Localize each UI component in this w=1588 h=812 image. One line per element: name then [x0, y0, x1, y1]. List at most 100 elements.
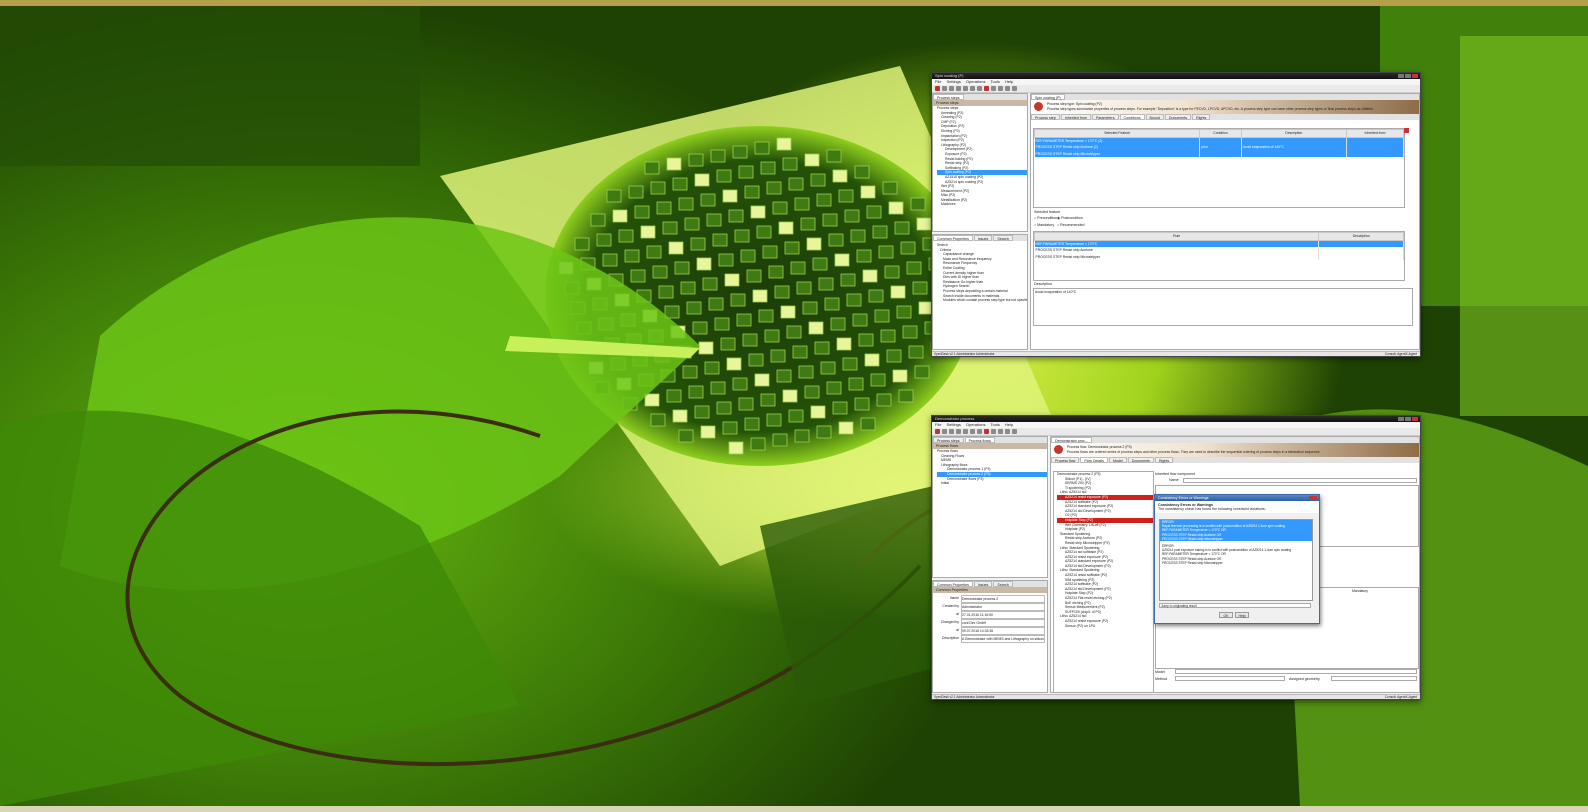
- menu-settings[interactable]: Settings: [946, 79, 960, 85]
- minimize-button[interactable]: [1398, 417, 1404, 421]
- cut-icon[interactable]: [963, 429, 968, 434]
- dialog-close-button[interactable]: [1309, 496, 1317, 500]
- menu-help[interactable]: Help: [1005, 79, 1013, 85]
- copy-icon[interactable]: [970, 86, 975, 91]
- property-value[interactable]: A Demonstrator with MEMS and Lithography…: [961, 635, 1045, 643]
- option-precondition[interactable]: ○ Precondition: [1034, 216, 1057, 220]
- tab-search[interactable]: Search: [993, 581, 1013, 587]
- zoom-icon[interactable]: [998, 429, 1003, 434]
- table-header: Condition: [1199, 129, 1242, 138]
- menu-help[interactable]: Help: [1005, 422, 1013, 428]
- new-icon[interactable]: [935, 86, 940, 91]
- menu-tools[interactable]: Tools: [990, 422, 999, 428]
- editor-subtab[interactable]: Documents: [1127, 457, 1154, 463]
- violation-group-1[interactable]: ERROR: Rapid thermal processing is in con…: [1160, 520, 1312, 542]
- process-step-tree: Process steps Annealing (P2) Cleaning (P2)…: [933, 106, 1027, 207]
- flow-item[interactable]: Sensor (P2) on 1PU: [1057, 624, 1153, 629]
- window-title: Demonstrator process: [935, 416, 975, 421]
- property-value[interactable]: Administrator: [961, 603, 1045, 611]
- help-icon[interactable]: [1012, 429, 1017, 434]
- rule-row[interactable]: REF:PARAMETER Temperature < 170°C: [1034, 240, 1404, 248]
- close-button[interactable]: [1412, 417, 1418, 421]
- tree-item[interactable]: Machines: [937, 202, 1027, 207]
- menu-file[interactable]: File: [935, 422, 941, 428]
- editor-subtab[interactable]: Process step: [1031, 114, 1060, 120]
- editor-subtab[interactable]: Bound: [1145, 114, 1164, 120]
- editor-subtab[interactable]: Documents: [1164, 114, 1192, 120]
- table-row[interactable]: REF:PARAMETER Temperature < 170°C (2): [1034, 137, 1404, 145]
- option-recommended[interactable]: ○ Recommended: [1057, 223, 1085, 227]
- editor-subtab[interactable]: Rights: [1154, 457, 1174, 463]
- geometry-field[interactable]: [1331, 676, 1417, 681]
- menu-operations[interactable]: Operations: [966, 422, 986, 428]
- editor-subtab[interactable]: Rights: [1192, 114, 1211, 120]
- status-left: XperiDesk v2.1 Administrator Administrat…: [934, 352, 995, 356]
- delete-icon[interactable]: [984, 86, 989, 91]
- delete-icon[interactable]: [984, 429, 989, 434]
- rule-row[interactable]: PROCESS STEP Resist strip Microstripper: [1034, 253, 1404, 261]
- menu-tools[interactable]: Tools: [990, 79, 999, 85]
- save-icon[interactable]: [949, 429, 954, 434]
- search-item[interactable]: Modules which contain process step type …: [937, 298, 1027, 303]
- table-row[interactable]: PROCESS STEP Resist strip Microstripper: [1034, 150, 1404, 158]
- wafer-die: [712, 233, 728, 247]
- search-icon[interactable]: [991, 86, 996, 91]
- property-value[interactable]: 27.01.2016 11:16:50: [961, 611, 1045, 619]
- menu-file[interactable]: File: [935, 79, 941, 85]
- close-button[interactable]: [1412, 74, 1418, 78]
- tab-search[interactable]: Search: [993, 235, 1013, 241]
- violation-list[interactable]: ERROR: Rapid thermal processing is in con…: [1159, 519, 1313, 601]
- violation-group-2[interactable]: ERROR: AZ5214 post exposure baking is in …: [1160, 544, 1312, 565]
- remove-condition-icon[interactable]: [1404, 128, 1409, 133]
- tab-process-flows[interactable]: Process flows: [964, 437, 995, 443]
- tab-common-properties[interactable]: Common Properties: [933, 235, 973, 241]
- ok-button[interactable]: OK: [1219, 612, 1233, 618]
- editor-subtab[interactable]: Flow Details: [1080, 457, 1108, 463]
- open-icon[interactable]: [942, 86, 947, 91]
- menu-operations[interactable]: Operations: [966, 79, 986, 85]
- editor-subtab[interactable]: Process flow: [1051, 457, 1080, 463]
- tree-item[interactable]: Initial: [937, 481, 1047, 486]
- menu-settings[interactable]: Settings: [946, 422, 960, 428]
- help-icon[interactable]: [1012, 86, 1017, 91]
- print-icon[interactable]: [956, 86, 961, 91]
- new-icon[interactable]: [935, 429, 940, 434]
- model-field[interactable]: [1175, 669, 1417, 674]
- paste-icon[interactable]: [977, 86, 982, 91]
- description-textarea[interactable]: Avoid evaporation of 140°C: [1033, 288, 1413, 326]
- print-icon[interactable]: [956, 429, 961, 434]
- rule-row[interactable]: PROCESS STEP Resist strip Acetone: [1034, 247, 1404, 254]
- save-icon[interactable]: [949, 86, 954, 91]
- undo-icon[interactable]: [1005, 86, 1010, 91]
- minimize-button[interactable]: [1398, 74, 1404, 78]
- table-row[interactable]: PROCESS STEP Resist strip Acetone (2) pri…: [1034, 144, 1404, 151]
- copy-icon[interactable]: [970, 429, 975, 434]
- property-value[interactable]: 09.07.2016 14:33:36: [961, 627, 1045, 635]
- editor-banner: Process step type: Spin coating (P2) Pro…: [1031, 100, 1419, 114]
- undo-icon[interactable]: [1005, 429, 1010, 434]
- editor-subtab[interactable]: Inherited from: [1060, 114, 1091, 120]
- table-header: Selected Feature: [1033, 129, 1201, 138]
- maximize-button[interactable]: [1405, 417, 1411, 421]
- option-mandatory[interactable]: ○ Mandatory: [1034, 223, 1054, 227]
- name-field[interactable]: [1183, 478, 1417, 483]
- editor-subtab[interactable]: Parameters: [1091, 114, 1119, 120]
- wafer-die: [668, 241, 684, 255]
- paste-icon[interactable]: [977, 429, 982, 434]
- editor-subtab[interactable]: Model: [1108, 457, 1127, 463]
- jump-select[interactable]: Jump to originating result: [1159, 603, 1311, 608]
- editor-subtab[interactable]: Conditions: [1119, 114, 1145, 120]
- help-button[interactable]: Help: [1235, 612, 1249, 618]
- property-value[interactable]: Demonstrator process 2: [961, 595, 1045, 603]
- tab-issues[interactable]: Issues: [973, 581, 993, 587]
- option-postcondition[interactable]: ◉ Postcondition: [1057, 216, 1083, 220]
- zoom-icon[interactable]: [998, 86, 1003, 91]
- maximize-button[interactable]: [1405, 74, 1411, 78]
- open-icon[interactable]: [942, 429, 947, 434]
- search-icon[interactable]: [991, 429, 996, 434]
- property-value[interactable]: conf.Dev GmbH: [961, 619, 1045, 627]
- cut-icon[interactable]: [963, 86, 968, 91]
- wafer-die: [652, 265, 668, 279]
- method-field[interactable]: [1175, 676, 1285, 681]
- tab-issues[interactable]: Issues: [973, 235, 993, 241]
